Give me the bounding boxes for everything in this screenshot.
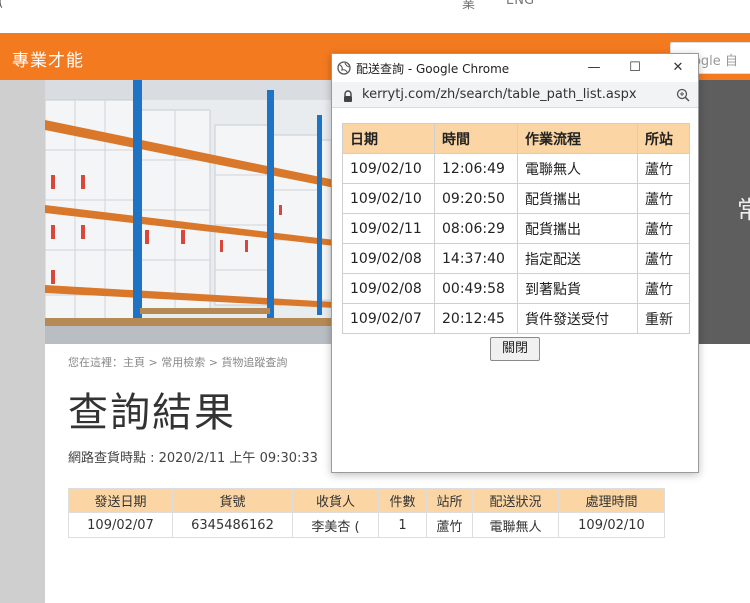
cell-process: 到著點貨 bbox=[517, 273, 638, 304]
popup-url[interactable]: kerrytj.com/zh/search/table_path_list.as… bbox=[362, 87, 637, 102]
cell-process: 配貨攜出 bbox=[517, 183, 638, 214]
table-row: 109/02/10 12:06:49 電聯無人 蘆竹 bbox=[342, 153, 690, 184]
query-timestamp: 網路查貨時點 : 2020/2/11 上午 09:30:33 bbox=[68, 451, 318, 466]
cell-station: 蘆竹 bbox=[637, 273, 690, 304]
popup-address-bar[interactable]: kerrytj.com/zh/search/table_path_list.as… bbox=[332, 82, 698, 108]
cell-station: 蘆竹 bbox=[637, 243, 690, 274]
cell-station: 蘆竹 bbox=[637, 183, 690, 214]
nav-item-eng[interactable]: ENG bbox=[506, 0, 534, 8]
hero-side-text: 常 bbox=[737, 196, 750, 224]
cell-process: 貨件發送受付 bbox=[517, 303, 638, 334]
col-time: 時間 bbox=[434, 123, 518, 154]
result-table: 發送日期 貨號 收貨人 件數 站所 配送狀況 處理時間 109/02/07 63… bbox=[68, 488, 665, 538]
cell-date: 109/02/08 bbox=[342, 273, 435, 304]
cell-process: 指定配送 bbox=[517, 243, 638, 274]
hero-side-panel: 常 bbox=[695, 80, 750, 344]
cell-ship-date: 109/02/07 bbox=[68, 512, 173, 538]
cell-time: 14:37:40 bbox=[434, 243, 518, 274]
cell-station: 蘆竹 bbox=[637, 213, 690, 244]
site-brand[interactable]: 專業才能 bbox=[12, 46, 84, 71]
zoom-icon[interactable] bbox=[676, 87, 690, 106]
cell-date: 109/02/11 bbox=[342, 213, 435, 244]
cell-station: 重新 bbox=[637, 303, 690, 334]
cell-station: 蘆竹 bbox=[426, 512, 473, 538]
close-button[interactable]: 關閉 bbox=[490, 337, 540, 361]
col-processed-time: 處理時間 bbox=[558, 488, 665, 513]
cell-time: 12:06:49 bbox=[434, 153, 518, 184]
cell-time: 09:20:50 bbox=[434, 183, 518, 214]
cell-tracking-no[interactable]: 6345486162 bbox=[172, 512, 293, 538]
top-nav: ( 業 ENG bbox=[0, 0, 750, 33]
cell-status: 電聯無人 bbox=[472, 512, 559, 538]
cell-time: 20:12:45 bbox=[434, 303, 518, 334]
col-recipient: 收貨人 bbox=[292, 488, 379, 513]
table-row: 109/02/11 08:06:29 配貨攜出 蘆竹 bbox=[342, 213, 690, 244]
tracking-header-row: 日期 時間 作業流程 所站 bbox=[342, 123, 690, 154]
col-pieces: 件數 bbox=[378, 488, 427, 513]
lock-icon bbox=[343, 88, 353, 107]
table-row: 109/02/07 6345486162 李美杏 ( 1 蘆竹 電聯無人 109… bbox=[68, 512, 665, 538]
page-title: 查詢結果 bbox=[68, 390, 236, 436]
cell-date: 109/02/08 bbox=[342, 243, 435, 274]
cell-station: 蘆竹 bbox=[637, 153, 690, 184]
window-close-button[interactable]: ✕ bbox=[668, 58, 688, 78]
cell-process: 電聯無人 bbox=[517, 153, 638, 184]
cell-processed-time: 109/02/10 bbox=[558, 512, 665, 538]
col-status: 配送狀況 bbox=[472, 488, 559, 513]
col-ship-date: 發送日期 bbox=[68, 488, 173, 513]
cell-date: 109/02/10 bbox=[342, 153, 435, 184]
maximize-button[interactable]: ☐ bbox=[625, 58, 645, 78]
cell-date: 109/02/07 bbox=[342, 303, 435, 334]
left-margin bbox=[0, 80, 45, 603]
popup-window-title: 配送查詢 - Google Chrome bbox=[356, 62, 510, 76]
breadcrumb: 您在這裡：主頁 > 常用檢索 > 貨物追蹤查詢 bbox=[68, 356, 288, 369]
table-row: 109/02/08 00:49:58 到著點貨 蘆竹 bbox=[342, 273, 690, 304]
cell-process: 配貨攜出 bbox=[517, 213, 638, 244]
table-row: 109/02/08 14:37:40 指定配送 蘆竹 bbox=[342, 243, 690, 274]
col-tracking-no: 貨號 bbox=[172, 488, 293, 513]
minimize-button[interactable]: — bbox=[584, 58, 604, 78]
cell-pieces: 1 bbox=[378, 512, 427, 538]
cell-time: 00:49:58 bbox=[434, 273, 518, 304]
delivery-query-popup[interactable]: 配送查詢 - Google Chrome — ☐ ✕ kerrytj.com/z… bbox=[331, 53, 699, 473]
result-table-header-row: 發送日期 貨號 收貨人 件數 站所 配送狀況 處理時間 bbox=[68, 488, 665, 513]
col-station: 站所 bbox=[426, 488, 473, 513]
tracking-history-table: 日期 時間 作業流程 所站 109/02/10 12:06:49 電聯無人 蘆竹… bbox=[342, 123, 690, 334]
cell-recipient: 李美杏 ( bbox=[292, 512, 379, 538]
col-station: 所站 bbox=[637, 123, 690, 154]
popup-titlebar[interactable]: 配送查詢 - Google Chrome — ☐ ✕ bbox=[332, 54, 698, 82]
table-row: 109/02/07 20:12:45 貨件發送受付 重新 bbox=[342, 303, 690, 334]
chevron-left-icon: ( bbox=[0, 0, 3, 10]
nav-item-partial[interactable]: 業 bbox=[462, 0, 475, 12]
globe-icon bbox=[337, 60, 351, 79]
table-row: 109/02/10 09:20:50 配貨攜出 蘆竹 bbox=[342, 183, 690, 214]
cell-date: 109/02/10 bbox=[342, 183, 435, 214]
col-date: 日期 bbox=[342, 123, 435, 154]
col-process: 作業流程 bbox=[517, 123, 638, 154]
cell-time: 08:06:29 bbox=[434, 213, 518, 244]
